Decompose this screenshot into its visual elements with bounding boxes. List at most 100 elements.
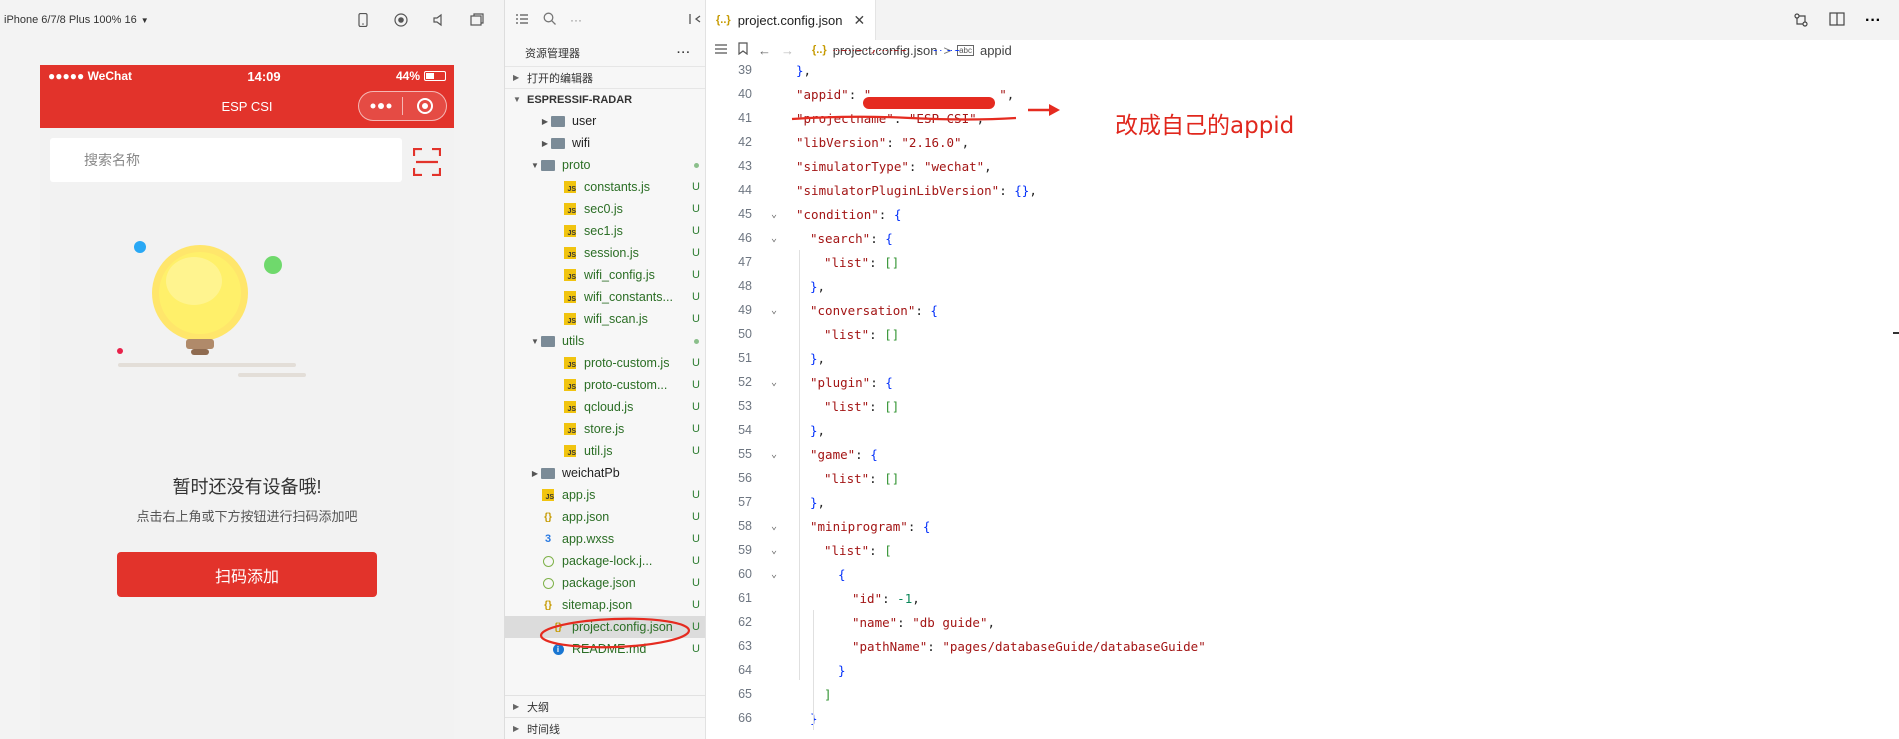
package-file-icon: [541, 577, 555, 589]
tree-item[interactable]: package.json U: [505, 572, 705, 594]
code-line[interactable]: 45 ⌄ "condition": {: [706, 202, 1899, 226]
chevron-down-icon[interactable]: ▼: [529, 337, 541, 346]
chevron-right-icon[interactable]: ▶: [539, 139, 551, 148]
chevron-right-icon[interactable]: ▶: [529, 469, 541, 478]
fold-chevron-icon[interactable]: ⌄: [752, 449, 796, 460]
battery-status: 44%: [396, 69, 446, 83]
split-editor-icon[interactable]: [1829, 12, 1845, 33]
code-line[interactable]: 53 "list": []: [706, 394, 1899, 418]
code-line[interactable]: 47 "list": []: [706, 250, 1899, 274]
code-line[interactable]: 42 "libVersion": "2.16.0",: [706, 130, 1899, 154]
redaction-mark: [863, 97, 995, 109]
fold-chevron-icon[interactable]: ⌄: [752, 377, 796, 388]
scan-icon[interactable]: [413, 148, 441, 176]
tree-item[interactable]: {} sitemap.json U: [505, 594, 705, 616]
code-text: "list": []: [824, 326, 900, 342]
code-line[interactable]: 60 ⌄ {: [706, 562, 1899, 586]
more-dots-icon[interactable]: [359, 102, 402, 110]
phone-icon[interactable]: [355, 12, 371, 28]
code-line[interactable]: 61 "id": -1,: [706, 586, 1899, 610]
explorer-more-button[interactable]: ···: [677, 47, 691, 59]
line-number: 59: [738, 543, 752, 557]
outline-section[interactable]: ▶ 大纲: [505, 695, 705, 717]
close-icon[interactable]: ✕: [853, 12, 865, 29]
code-line[interactable]: 58 ⌄ "miniprogram": {: [706, 514, 1899, 538]
code-line[interactable]: 66}: [706, 706, 1899, 730]
code-line[interactable]: 54},: [706, 418, 1899, 442]
tab-project-config[interactable]: {..} project.config.json ✕: [706, 0, 877, 40]
project-section[interactable]: ▼ ESPRESSIF-RADAR: [505, 88, 705, 110]
code-line[interactable]: 55 ⌄ "game": {: [706, 442, 1899, 466]
line-number: 65: [738, 687, 752, 701]
tree-item[interactable]: JS session.js U: [505, 242, 705, 264]
tree-item[interactable]: JS wifi_config.js U: [505, 264, 705, 286]
fold-chevron-icon[interactable]: ⌄: [752, 209, 796, 220]
tree-item[interactable]: JS proto-custom... U: [505, 374, 705, 396]
code-line[interactable]: 59 ⌄ "list": [: [706, 538, 1899, 562]
tree-item[interactable]: JS store.js U: [505, 418, 705, 440]
tree-item[interactable]: JS proto-custom.js U: [505, 352, 705, 374]
tree-item[interactable]: JS sec1.js U: [505, 220, 705, 242]
fold-chevron-icon[interactable]: ⌄: [752, 521, 796, 532]
record-icon[interactable]: [393, 12, 409, 28]
tree-item[interactable]: JS wifi_constants... U: [505, 286, 705, 308]
code-line[interactable]: 63 "pathName": "pages/databaseGuide/datab…: [706, 634, 1899, 658]
tree-item[interactable]: 3 app.wxss U: [505, 528, 705, 550]
code-line[interactable]: 38 "minifyWXSS": true: [706, 50, 1899, 58]
chevron-down-icon[interactable]: ▼: [529, 161, 541, 170]
tree-item[interactable]: JS wifi_scan.js U: [505, 308, 705, 330]
timeline-section[interactable]: ▶ 时间线: [505, 717, 705, 739]
code-line[interactable]: 64}: [706, 658, 1899, 682]
tree-item[interactable]: ▼ proto: [505, 154, 705, 176]
tree-item[interactable]: ▶ user: [505, 110, 705, 132]
code-line[interactable]: 57},: [706, 490, 1899, 514]
open-editors-section[interactable]: ▶ 打开的编辑器: [505, 66, 705, 88]
window-icon[interactable]: [469, 12, 485, 28]
code-line[interactable]: 52 ⌄ "plugin": {: [706, 370, 1899, 394]
more-icon[interactable]: ···: [570, 13, 582, 27]
code-line[interactable]: 49 ⌄ "conversation": {: [706, 298, 1899, 322]
close-target-icon[interactable]: [403, 97, 446, 115]
tree-item[interactable]: JS util.js U: [505, 440, 705, 462]
code-line[interactable]: 44 "simulatorPluginLibVersion": {},: [706, 178, 1899, 202]
tree-item[interactable]: JS constants.js U: [505, 176, 705, 198]
fold-chevron-icon[interactable]: ⌄: [752, 233, 796, 244]
tree-item[interactable]: JS sec0.js U: [505, 198, 705, 220]
list-icon[interactable]: [515, 13, 529, 28]
tree-item[interactable]: package-lock.j... U: [505, 550, 705, 572]
code-line[interactable]: 56 "list": []: [706, 466, 1899, 490]
tree-item[interactable]: {} app.json U: [505, 506, 705, 528]
tree-item-label: proto-custom.js: [584, 356, 670, 370]
more-actions-icon[interactable]: ···: [1865, 12, 1881, 33]
tree-item[interactable]: ▼ utils: [505, 330, 705, 352]
fold-chevron-icon[interactable]: ⌄: [752, 545, 796, 556]
code-line[interactable]: 50 "list": []: [706, 322, 1899, 346]
search-icon[interactable]: [543, 12, 556, 28]
code-line[interactable]: 48},: [706, 274, 1899, 298]
device-selector[interactable]: iPhone 6/7/8 Plus 100% 16 ▼: [4, 14, 149, 26]
tree-item[interactable]: ▶ weichatPb: [505, 462, 705, 484]
code-line[interactable]: 46 ⌄ "search": {: [706, 226, 1899, 250]
json-file-icon: {}: [544, 599, 552, 611]
tree-item[interactable]: JS app.js U: [505, 484, 705, 506]
volume-icon[interactable]: [431, 12, 447, 28]
fold-chevron-icon[interactable]: ⌄: [752, 569, 796, 580]
code-line[interactable]: 65]: [706, 682, 1899, 706]
tree-item-label: wifi_config.js: [584, 268, 655, 282]
search-input[interactable]: 搜索名称: [50, 138, 402, 182]
split-toggle-icon[interactable]: [688, 13, 702, 28]
code-line[interactable]: 39},: [706, 58, 1899, 82]
code-area[interactable]: 38 "minifyWXSS": true39},40"appid": " ",…: [706, 50, 1899, 739]
code-line[interactable]: 51},: [706, 346, 1899, 370]
code-line[interactable]: 62 "name": "db guide",: [706, 610, 1899, 634]
compare-changes-icon[interactable]: [1793, 12, 1809, 33]
code-line[interactable]: 43 "simulatorType": "wechat",: [706, 154, 1899, 178]
js-file-icon: JS: [563, 203, 577, 215]
scan-add-button[interactable]: 扫码添加: [117, 552, 377, 597]
tree-item[interactable]: ▶ wifi: [505, 132, 705, 154]
fold-chevron-icon[interactable]: ⌄: [752, 305, 796, 316]
tree-item[interactable]: JS qcloud.js U: [505, 396, 705, 418]
chevron-right-icon[interactable]: ▶: [539, 117, 551, 126]
line-number: 54: [738, 423, 752, 437]
project-label: ESPRESSIF-RADAR: [527, 93, 633, 106]
